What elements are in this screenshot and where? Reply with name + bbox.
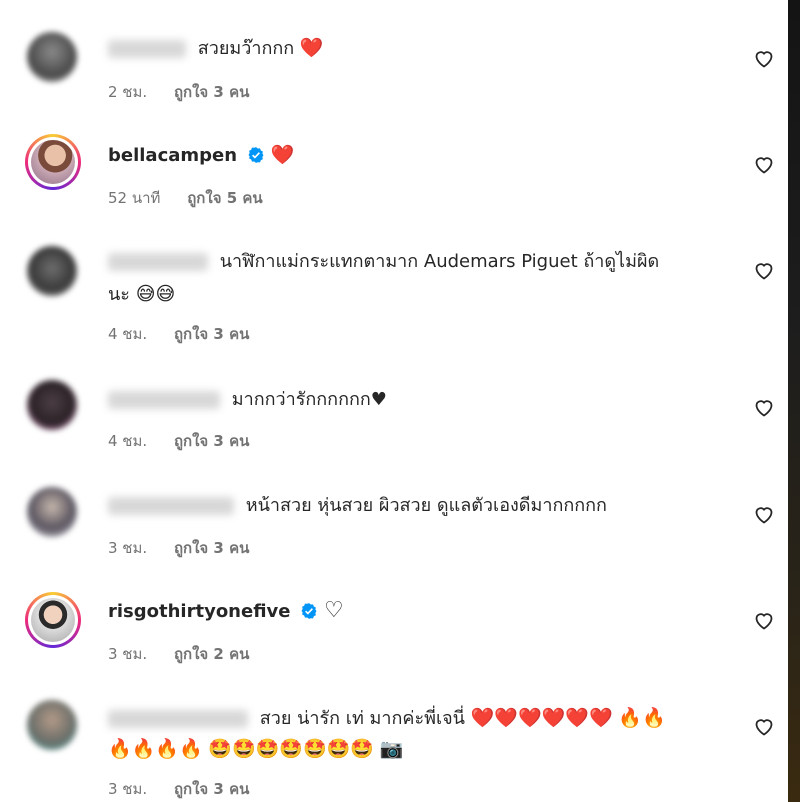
heart-outline-icon[interactable] <box>752 608 776 632</box>
avatar[interactable] <box>25 134 81 190</box>
comment-text: นาฬิกาแม่กระแทกตามาก Audemars Piguet ถ้า… <box>219 251 660 272</box>
heart-outline-icon[interactable] <box>752 258 776 282</box>
heart-outline-icon[interactable] <box>752 714 776 738</box>
heart-outline-icon[interactable] <box>752 46 776 70</box>
comment-time: 3 ชม. <box>108 645 148 663</box>
avatar[interactable] <box>25 592 81 648</box>
heart-emoji: ❤️ <box>270 144 295 166</box>
blurred-username[interactable] <box>108 253 208 271</box>
blurred-username[interactable] <box>108 40 186 58</box>
white-heart-emoji: ♡ <box>323 598 344 623</box>
camera-emoji: 📷 <box>379 738 404 760</box>
avatar[interactable] <box>27 32 77 82</box>
like-count[interactable]: ถูกใจ 2 คน <box>174 645 249 663</box>
heart-outline-icon[interactable] <box>752 395 776 419</box>
like-count[interactable]: ถูกใจ 3 คน <box>174 325 249 343</box>
like-count[interactable]: ถูกใจ 3 คน <box>174 83 249 101</box>
comment-time: 4 ชม. <box>108 432 148 450</box>
blurred-username[interactable] <box>108 497 234 515</box>
comment-text: มากกว่ารักกกกกก♥ <box>231 389 387 410</box>
background-edge <box>788 0 800 802</box>
blurred-username[interactable] <box>108 391 220 409</box>
sweat-smile-emoji: 😅😅 <box>135 283 176 305</box>
avatar[interactable] <box>27 700 77 750</box>
comment-text: หน้าสวย หุ่นสวย ผิวสวย ดูแลตัวเองดีมากกก… <box>245 495 607 516</box>
verified-badge-icon <box>301 603 317 619</box>
like-count[interactable]: ถูกใจ 3 คน <box>174 539 249 557</box>
heart-emojis: ❤️❤️❤️❤️❤️❤️ <box>470 707 613 729</box>
like-count[interactable]: ถูกใจ 3 คน <box>174 432 249 450</box>
avatar[interactable] <box>27 487 77 537</box>
heart-emoji: ❤️ <box>299 37 324 59</box>
comments-list: สวยมว๊ากกก ❤️ 2 ชม. ถูกใจ 3 คน bellacamp… <box>0 0 788 802</box>
like-count[interactable]: ถูกใจ 5 คน <box>187 189 262 207</box>
avatar[interactable] <box>27 380 77 430</box>
comment-text: สวย น่ารัก เท่ มากค่ะพี่เจนี่ <box>259 708 465 729</box>
username[interactable]: risgothirtyonefive <box>108 601 291 622</box>
heart-outline-icon[interactable] <box>752 152 776 176</box>
comment-time: 2 ชม. <box>108 83 148 101</box>
comment-time: 52 นาที <box>108 189 161 207</box>
comment-time: 3 ชม. <box>108 539 148 557</box>
avatar[interactable] <box>27 246 77 296</box>
comment-text-continued: นะ <box>108 284 130 305</box>
comment-time: 4 ชม. <box>108 325 148 343</box>
like-count[interactable]: ถูกใจ 3 คน <box>174 780 249 798</box>
fire-emojis: 🔥🔥 <box>618 707 666 729</box>
verified-badge-icon <box>248 147 264 163</box>
blurred-username[interactable] <box>108 710 248 728</box>
username[interactable]: bellacampen <box>108 145 237 166</box>
heart-outline-icon[interactable] <box>752 502 776 526</box>
fire-emojis: 🔥🔥🔥🔥 <box>108 738 203 760</box>
comment-time: 3 ชม. <box>108 780 148 798</box>
star-struck-emojis: 🤩🤩🤩🤩🤩🤩🤩 <box>208 738 374 760</box>
comment-text: สวยมว๊ากกก <box>197 38 295 59</box>
